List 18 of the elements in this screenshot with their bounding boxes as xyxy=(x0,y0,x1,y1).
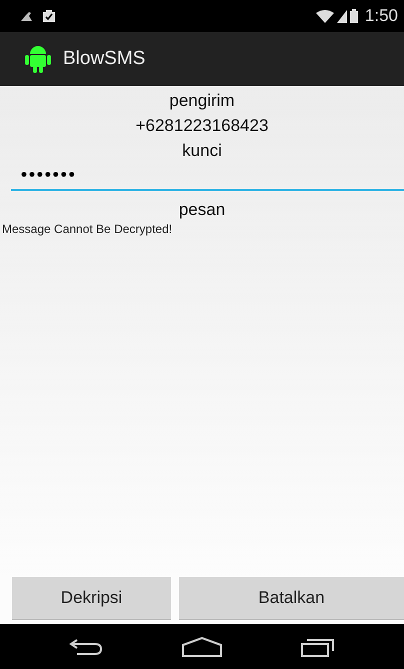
recent-apps-icon[interactable] xyxy=(300,636,335,656)
message-text: Message Cannot Be Decrypted! xyxy=(2,222,174,236)
sender-label: pengirim xyxy=(168,90,236,112)
message-label: pesan xyxy=(178,199,226,221)
android-robot-icon xyxy=(25,45,51,73)
battery-icon xyxy=(350,9,358,23)
app-title: BlowSMS xyxy=(63,48,146,70)
key-label: kunci xyxy=(181,140,223,162)
back-icon[interactable] xyxy=(69,638,104,656)
clipboard-check-icon xyxy=(42,9,56,23)
key-field[interactable]: ••••••• xyxy=(11,163,404,191)
decrypt-button[interactable]: Dekripsi xyxy=(12,577,171,620)
home-icon[interactable] xyxy=(182,636,222,656)
clock: 1:50 xyxy=(364,6,398,26)
signal-icon xyxy=(336,10,347,22)
sender-number: +6281223168423 xyxy=(134,115,270,137)
wifi-icon xyxy=(316,10,334,22)
cancel-button[interactable]: Batalkan xyxy=(179,577,404,620)
